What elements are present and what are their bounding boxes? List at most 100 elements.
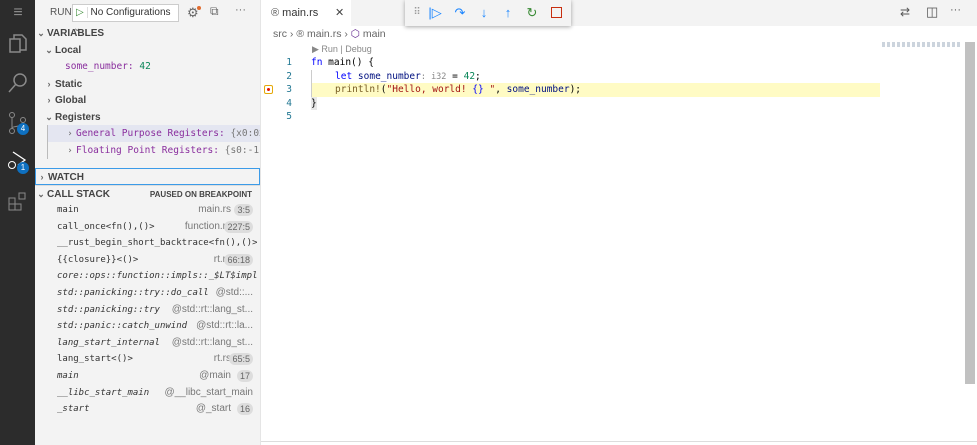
line-number: 5	[286, 111, 292, 122]
compare-icon[interactable]: ⇄	[900, 5, 910, 19]
stop-icon[interactable]	[548, 5, 564, 21]
close-icon[interactable]: ✕	[335, 0, 344, 26]
fpr-row[interactable]: ›Floating Point Registers: {s0:-1.12621…	[47, 142, 260, 159]
rust-file-icon: ®	[271, 7, 280, 19]
callstack-frame[interactable]: __libc_start_main @__libc_start_main	[57, 385, 257, 401]
minimap[interactable]	[882, 42, 962, 47]
variable-some-number[interactable]: some_number: 42	[35, 58, 260, 75]
tab-label: main.rs	[282, 7, 319, 19]
frame-position: 16	[236, 403, 253, 416]
tab-main-rs[interactable]: ® main.rs ✕	[261, 0, 351, 26]
frame-name: std::panic::catch_unwind	[57, 321, 188, 332]
explorer-icon[interactable]	[7, 33, 29, 55]
frame-source: @std::rt::lang_st...	[171, 336, 253, 348]
breadcrumb: src › ® main.rs › ⬡ main	[273, 28, 386, 40]
paused-status: PAUSED ON BREAKPOINT	[149, 190, 252, 199]
scm-badge: 4	[17, 123, 29, 135]
frame-name: __rust_begin_short_backtrace<fn(),()>	[57, 238, 257, 249]
callstack-frame[interactable]: std::panic::catch_unwind @std::rt::la...	[57, 318, 257, 334]
frame-name: main	[57, 205, 79, 215]
breadcrumb-src[interactable]: src	[273, 28, 287, 40]
callstack-frame[interactable]: std::panicking::try::do_call @std::...	[57, 285, 257, 301]
frame-name: {{closure}}<()>	[57, 254, 139, 265]
frame-name: _start	[57, 404, 90, 415]
callstack-frame[interactable]: lang_start_internal @std::rt::lang_st...	[57, 335, 257, 351]
frame-name: lang_start<()>	[57, 354, 133, 365]
frame-name: core::ops::function::impls::_$LT$impl$u2…	[57, 271, 257, 282]
frame-name: lang_start_internal	[57, 337, 160, 348]
step-into-icon[interactable]: ↓	[476, 5, 492, 21]
gear-icon[interactable]: ⚙	[187, 5, 201, 21]
frame-source: @main	[199, 370, 231, 381]
breadcrumb-symbol[interactable]: main	[363, 28, 386, 40]
frame-name: call_once<fn(),()>	[57, 221, 155, 232]
line-number: 1	[286, 57, 292, 68]
callstack-frame[interactable]: _start @_start 16	[57, 401, 257, 417]
frame-position: 3:5	[234, 204, 253, 216]
frame-name: std::panicking::try::do_call	[57, 288, 209, 298]
frame-name: main	[57, 371, 79, 381]
code-line-2[interactable]: let some_number: i32 = 42;	[311, 69, 481, 83]
restart-icon[interactable]: ↻	[524, 5, 540, 21]
line-number: 4	[286, 97, 292, 109]
callstack-frame[interactable]: main main.rs 3:5	[57, 202, 257, 218]
continue-icon[interactable]: |▷	[427, 5, 443, 21]
scrollbar-thumb[interactable]	[965, 42, 975, 384]
frame-source: @std::rt::lang_st...	[171, 303, 253, 315]
callstack-frame[interactable]: std::panicking::try @std::rt::lang_st...	[57, 302, 257, 318]
extensions-icon[interactable]	[7, 190, 29, 212]
menu-icon[interactable]: ≡	[7, 4, 29, 26]
frame-source: @std::...	[215, 287, 253, 298]
variables-header[interactable]: ⌄ VARIABLES	[35, 25, 260, 42]
callstack-frame[interactable]: __rust_begin_short_backtrace<fn(),()>	[57, 235, 257, 251]
step-out-icon[interactable]: ↑	[500, 5, 516, 21]
frame-source: @__libc_start_main	[164, 386, 253, 398]
scope-static[interactable]: › Static	[35, 76, 260, 93]
drag-handle-icon[interactable]: ⠿	[409, 5, 425, 21]
more-icon[interactable]: ···	[950, 4, 961, 16]
callstack-frame[interactable]: {{closure}}<()> rt.rs 66:18	[57, 252, 257, 268]
sidebar: RUN ▷ No Configurations ⌄ ⚙ ⧉ ··· ⌄ VARIA…	[35, 0, 261, 445]
panel-divider	[261, 441, 977, 442]
debug-console-icon[interactable]: ⧉	[210, 4, 219, 19]
callstack-frame[interactable]: call_once<fn(),()> function.rs 227:5	[57, 219, 257, 235]
run-label: RUN	[50, 7, 72, 18]
start-debug-icon[interactable]: ▷	[73, 7, 88, 18]
callstack-frame[interactable]: main @main 17	[57, 368, 257, 384]
code-line-3[interactable]: println!("Hello, world! {} ", some_numbe…	[311, 83, 581, 97]
frame-source: @std::rt::la...	[196, 320, 253, 332]
frame-source: @_start	[195, 403, 231, 415]
scope-global[interactable]: › Global	[35, 92, 260, 109]
codelens[interactable]: ▶ Run | Debug	[312, 44, 372, 55]
frame-source: rt.rs	[213, 353, 231, 365]
line-number: 3	[286, 84, 292, 95]
more-actions-icon[interactable]: ···	[235, 4, 246, 16]
debug-badge: 1	[17, 162, 29, 174]
step-over-icon[interactable]: ↷	[452, 5, 468, 21]
frame-source: main.rs	[198, 204, 231, 215]
gpr-row[interactable]: ›General Purpose Registers: {x0:0x0000a…	[47, 125, 260, 142]
scope-local[interactable]: ⌄ Local	[35, 42, 260, 59]
frame-position: 227:5	[224, 220, 253, 233]
config-select[interactable]: ▷ No Configurations ⌄	[72, 4, 179, 34]
frame-position: 17	[236, 370, 253, 382]
config-label: No Configurations	[90, 7, 171, 18]
watch-header[interactable]: › WATCH	[35, 168, 260, 185]
frame-position: 66:18	[224, 253, 253, 266]
tab-bar	[261, 0, 977, 26]
search-icon[interactable]	[7, 72, 29, 94]
callstack-frame[interactable]: lang_start<()> rt.rs 65:5	[57, 351, 257, 367]
code-line-4[interactable]: }	[311, 96, 317, 110]
line-number: 2	[286, 70, 292, 82]
frame-position: 65:5	[229, 353, 253, 366]
activity-bar: ≡ 4 1	[0, 0, 35, 445]
split-editor-icon[interactable]: ◫	[926, 4, 938, 20]
code-line-1[interactable]: fn main() {	[311, 56, 374, 70]
callstack-header[interactable]: ⌄ CALL STACK PAUSED ON BREAKPOINT	[35, 185, 260, 202]
scope-registers[interactable]: ⌄ Registers	[35, 109, 260, 126]
frame-name: std::panicking::try	[57, 304, 160, 315]
frame-name: __libc_start_main	[57, 387, 150, 398]
breadcrumb-file[interactable]: main.rs	[307, 28, 341, 40]
callstack-frame[interactable]: core::ops::function::impls::_$LT$impl$u2…	[57, 268, 257, 284]
debug-toolbar: ⠿ |▷ ↷ ↓ ↑ ↻	[405, 0, 571, 26]
